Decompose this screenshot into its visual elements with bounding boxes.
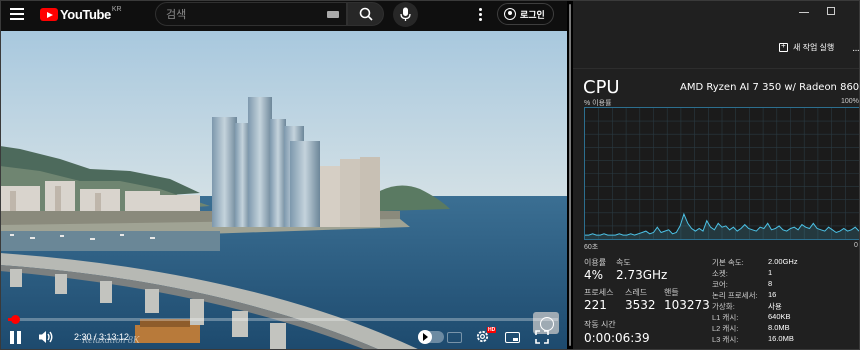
- spec-value: 사용: [768, 302, 782, 311]
- more-options-button[interactable]: ···: [852, 45, 860, 56]
- pause-icon-bar: [17, 331, 21, 344]
- spec-key: L1 캐시:: [712, 313, 739, 322]
- scrollbar-thumb[interactable]: [569, 4, 571, 346]
- minimize-icon[interactable]: [799, 12, 809, 13]
- youtube-play-icon: [40, 8, 58, 21]
- spec-value: 1: [768, 268, 773, 277]
- youtube-logo-text: YouTube: [60, 7, 111, 22]
- new-task-icon: [779, 41, 788, 52]
- cpu-model: AMD Ryzen AI 7 350 w/ Radeon 860M: [680, 82, 860, 93]
- menu-icon[interactable]: [10, 8, 24, 20]
- uptime-label: 작동 시간: [584, 320, 616, 329]
- subtitles-button[interactable]: [447, 332, 462, 343]
- spec-key: L2 캐시:: [712, 324, 739, 333]
- utilization-label: 이용률: [584, 258, 607, 267]
- video-frame: [0, 31, 567, 350]
- speed-label: 속도: [616, 258, 631, 267]
- pause-button[interactable]: [10, 331, 22, 344]
- spec-key: 기본 속도:: [712, 258, 744, 267]
- spec-key: 가상화:: [712, 302, 735, 311]
- spec-value: 640KB: [768, 312, 791, 321]
- fullscreen-icon: [535, 330, 549, 344]
- miniplayer-button[interactable]: [505, 332, 520, 343]
- youtube-logo[interactable]: YouTube KR: [40, 6, 122, 22]
- spec-key: 코어:: [712, 280, 728, 289]
- youtube-header: YouTube KR 로그인: [0, 0, 567, 30]
- threads-value: 3532: [625, 298, 656, 312]
- speed-value: 2.73GHz: [616, 268, 668, 282]
- utilization-value: 4%: [584, 268, 604, 282]
- account-icon: [504, 8, 516, 20]
- login-button[interactable]: 로그인: [497, 3, 554, 25]
- search-box[interactable]: [155, 2, 347, 26]
- region-code: KR: [111, 6, 122, 13]
- more-options-icon[interactable]: [477, 8, 483, 22]
- handles-label: 핸들: [664, 288, 679, 297]
- spec-value: 8.0MB: [768, 323, 790, 332]
- divider: [573, 68, 860, 69]
- maximize-icon[interactable]: [827, 7, 835, 15]
- youtube-window: YouTube KR 로그인: [0, 0, 567, 350]
- search-icon: [359, 7, 373, 21]
- volume-button[interactable]: [38, 329, 54, 350]
- voice-search-button[interactable]: [393, 2, 418, 27]
- cpu-usage-graph: [584, 107, 860, 240]
- processes-value: 221: [584, 298, 607, 312]
- spec-value: 8: [768, 279, 773, 288]
- volume-icon: [39, 331, 53, 343]
- run-new-task-button[interactable]: 새 작업 실행: [779, 41, 835, 53]
- spec-key: L3 캐시:: [712, 335, 739, 344]
- cpu-title: CPU: [583, 77, 620, 98]
- run-new-task-label: 새 작업 실행: [793, 43, 835, 52]
- pause-icon: [10, 331, 14, 344]
- search-button[interactable]: [347, 2, 384, 26]
- cpu-graph-svg: [585, 108, 859, 239]
- search-input[interactable]: [166, 7, 316, 22]
- video-player[interactable]: Relaxation 8K 2:30 / 3:13:12 HD: [0, 31, 567, 350]
- handles-value: 103273: [664, 298, 710, 312]
- spec-key: 소켓:: [712, 269, 728, 278]
- threads-label: 스레드: [625, 288, 648, 297]
- hd-badge: HD: [487, 327, 497, 333]
- login-label: 로그인: [520, 9, 545, 20]
- processes-label: 프로세스: [584, 288, 614, 297]
- uptime-value: 0:00:06:39: [584, 331, 650, 345]
- graph-time-window-label: 60초: [584, 244, 599, 251]
- time-display: 2:30 / 3:13:12: [74, 332, 130, 342]
- fullscreen-button[interactable]: [535, 330, 549, 349]
- keyboard-icon[interactable]: [327, 11, 339, 18]
- task-manager-window: 새 작업 실행 ··· CPU AMD Ryzen AI 7 350 w/ Ra…: [573, 0, 860, 350]
- spec-value: 16: [768, 290, 777, 299]
- spec-key: 논리 프로세서:: [712, 291, 758, 300]
- spec-value: 16.0MB: [768, 334, 794, 343]
- title-bar: [573, 0, 860, 26]
- progress-bar[interactable]: [8, 315, 558, 324]
- utilization-max-label: 100%: [841, 98, 859, 105]
- spec-value: 2.00GHz: [768, 257, 798, 266]
- graph-end-label: 0: [854, 242, 858, 249]
- autoplay-toggle[interactable]: [418, 330, 444, 344]
- microphone-icon: [400, 7, 411, 21]
- command-bar: 새 작업 실행 ···: [573, 37, 860, 61]
